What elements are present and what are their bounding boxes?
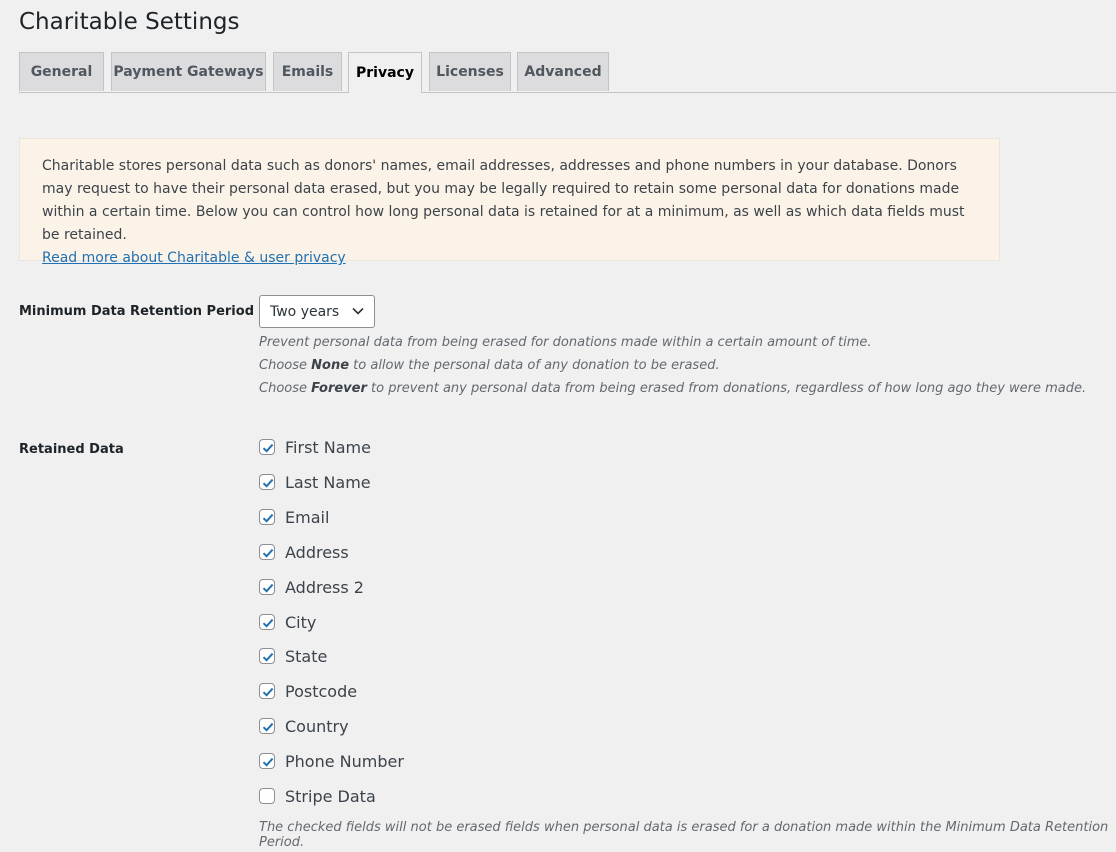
checkmark-icon xyxy=(262,513,274,523)
checkbox[interactable] xyxy=(259,614,275,630)
tab-licenses[interactable]: Licenses xyxy=(429,52,511,91)
retention-period-label: Minimum Data Retention Period xyxy=(19,304,254,319)
checkmark-icon xyxy=(262,687,274,697)
retained-field-row[interactable]: Address xyxy=(259,541,349,563)
retained-field-row[interactable]: Postcode xyxy=(259,680,357,702)
checkmark-icon xyxy=(262,722,274,732)
retention-period-select[interactable]: Two years xyxy=(259,295,375,328)
checkmark-icon xyxy=(262,583,274,593)
checkbox[interactable] xyxy=(259,753,275,769)
retained-field-label: First Name xyxy=(285,437,371,457)
checkbox[interactable] xyxy=(259,648,275,664)
tab-privacy[interactable]: Privacy xyxy=(348,52,422,93)
retained-field-row[interactable]: State xyxy=(259,645,327,667)
page-title: Charitable Settings xyxy=(19,9,240,35)
retained-field-label: Country xyxy=(285,716,349,736)
retained-field-label: City xyxy=(285,612,317,632)
checkbox[interactable] xyxy=(259,579,275,595)
checkbox[interactable] xyxy=(259,544,275,560)
retention-description-1: Prevent personal data from being erased … xyxy=(259,335,872,350)
checkmark-icon xyxy=(262,652,274,662)
retained-field-label: Stripe Data xyxy=(285,786,376,806)
retention-period-value: Two years xyxy=(270,303,340,320)
checkmark-icon xyxy=(262,757,274,767)
retained-field-row[interactable]: Address 2 xyxy=(259,576,364,598)
retained-field-label: State xyxy=(285,646,328,666)
retained-field-label: Last Name xyxy=(285,472,371,492)
checkbox[interactable] xyxy=(259,683,275,699)
retained-field-row[interactable]: Email xyxy=(259,506,329,528)
checkmark-icon xyxy=(262,478,274,488)
retained-field-label: Address xyxy=(285,542,349,562)
privacy-link[interactable]: Read more about Charitable & user privac… xyxy=(42,250,346,266)
retained-field-label: Phone Number xyxy=(285,751,404,771)
retention-description-3: Choose Forever to prevent any personal d… xyxy=(259,381,1087,396)
retained-field-row[interactable]: Stripe Data xyxy=(259,785,376,807)
settings-tabs: General Payment Gateways Emails Privacy … xyxy=(19,52,1116,93)
retained-data-label: Retained Data xyxy=(19,442,124,457)
privacy-notice: Charitable stores personal data such as … xyxy=(19,138,1000,266)
retained-field-row[interactable]: First Name xyxy=(259,436,371,458)
checkmark-icon xyxy=(262,443,274,453)
retained-field-row[interactable]: Last Name xyxy=(259,471,371,493)
tab-emails[interactable]: Emails xyxy=(273,52,342,91)
tab-general[interactable]: General xyxy=(19,52,104,91)
chevron-down-icon xyxy=(351,304,365,322)
tab-advanced[interactable]: Advanced xyxy=(517,52,609,91)
tab-payment-gateways[interactable]: Payment Gateways xyxy=(111,52,266,91)
retained-field-row[interactable]: Country xyxy=(259,715,349,737)
notice-text: Charitable stores personal data such as … xyxy=(42,158,965,243)
checkbox[interactable] xyxy=(259,474,275,490)
checkbox[interactable] xyxy=(259,439,275,455)
retained-field-label: Address 2 xyxy=(285,577,364,597)
checkmark-icon xyxy=(262,618,274,628)
checkbox[interactable] xyxy=(259,788,275,804)
retained-field-row[interactable]: Phone Number xyxy=(259,750,404,772)
retained-data-note: The checked fields will not be erased fi… xyxy=(259,820,1109,850)
retained-field-row[interactable]: City xyxy=(259,611,316,633)
checkmark-icon xyxy=(262,548,274,558)
retained-field-label: Postcode xyxy=(285,681,358,701)
checkbox[interactable] xyxy=(259,718,275,734)
checkbox[interactable] xyxy=(259,509,275,525)
retained-field-label: Email xyxy=(285,507,330,527)
retention-description-2: Choose None to allow the personal data o… xyxy=(259,358,720,373)
